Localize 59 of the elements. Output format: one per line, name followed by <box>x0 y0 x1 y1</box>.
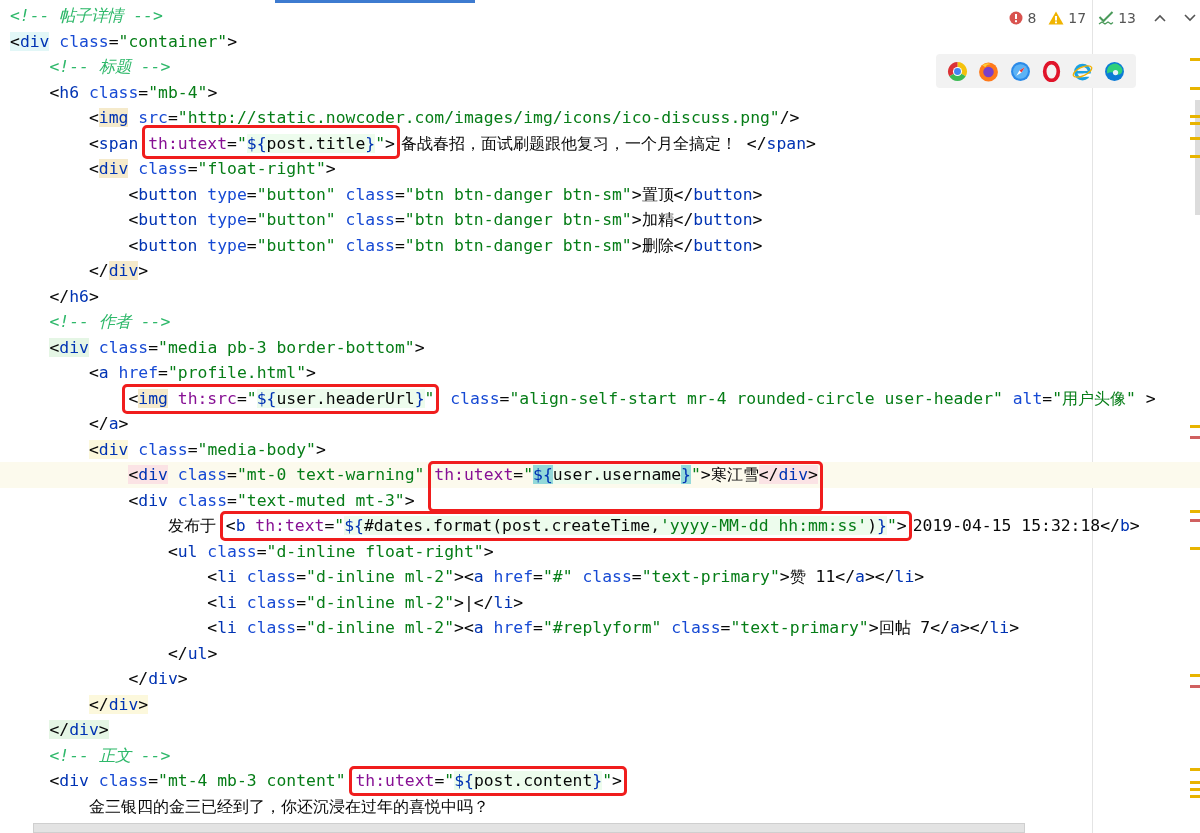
code-line: <!-- 帖子详情 --> <box>10 6 163 25</box>
code-line: <li class="d-inline ml-2"><a href="#replyform" class="text-primary">回帖 7</a></li> <box>207 618 1020 637</box>
stripe-mark[interactable] <box>1190 58 1200 61</box>
code-text: 2019-04-15 15:32:18</b> <box>912 516 1140 535</box>
code-text: <img th:src="${user.headerUrl}" <box>128 388 435 408</box>
code-line: <h6 class="mb-4"> <box>49 82 218 102</box>
check-icon <box>1098 10 1115 26</box>
code-line: <div class="container"> <box>10 31 237 51</box>
scrollbar-thumb[interactable] <box>1195 100 1200 215</box>
code-line: </div> <box>88 694 149 714</box>
stripe-mark[interactable] <box>1190 547 1200 550</box>
code-line: </div> <box>128 669 188 688</box>
code-text: th:utext="${post.title}"> <box>148 133 395 153</box>
code-line: <button type="button" class="btn btn-danger btn-sm">置顶</button> <box>128 184 763 204</box>
code-line: <!-- 标题 --> <box>49 57 171 76</box>
code-text: class="align-self-start mr-4 rounded-circle user-header" alt="用户头像" > <box>449 388 1156 408</box>
error-count[interactable]: 8 <box>1009 10 1037 26</box>
code-line: </div> <box>49 720 109 739</box>
code-line: <div class="media pb-3 border-bottom"> <box>49 337 425 357</box>
code-text: <div class="mt-0 text-warning" <box>128 465 426 484</box>
code-text: 备战春招，面试刷题跟他复习，一个月全搞定！ </span> <box>400 133 816 153</box>
code-line: <li class="d-inline ml-2"><a href="#" class="text-primary">赞 11</a></li> <box>207 567 925 586</box>
code-line: <!-- 正文 --> <box>49 745 171 765</box>
stripe-mark[interactable] <box>1190 155 1200 158</box>
code-line: </a> <box>88 414 129 433</box>
code-line: 金三银四的金三已经到了，你还沉浸在过年的喜悦中吗？ <box>88 796 489 816</box>
code-line: </ul> <box>167 643 218 663</box>
browser-icon[interactable] <box>947 60 969 82</box>
warning-count[interactable]: 17 <box>1048 10 1087 26</box>
stripe-mark[interactable] <box>1190 87 1200 90</box>
code-text: 发布于 <box>167 516 217 535</box>
code-text: <span <box>88 133 140 153</box>
horizontal-scrollbar[interactable] <box>33 823 1025 833</box>
browser-icon[interactable] <box>1009 60 1031 82</box>
code-line: </h6> <box>49 286 99 306</box>
code-line: <!-- 作者 --> <box>49 312 171 331</box>
stripe-mark[interactable] <box>1190 137 1200 140</box>
code-line: </div> <box>88 261 149 280</box>
code-line: <div class="text-muted mt-3"> <box>128 490 415 510</box>
warning-icon <box>1048 11 1065 25</box>
code-line: <button type="button" class="btn btn-danger btn-sm">加精</button> <box>128 210 763 229</box>
browser-icon[interactable] <box>978 60 1000 82</box>
browser-icon[interactable] <box>1103 60 1125 82</box>
code-line: <div class="float-right"> <box>88 159 336 178</box>
code-line: <ul class="d-inline float-right"> <box>167 541 494 561</box>
error-icon <box>1009 11 1024 25</box>
code-text: <b th:text="${#dates.format(post.createTime,'yyyy-MM-dd hh:mm:ss')}"> <box>225 516 907 535</box>
code-line: <img src="http://static.nowcoder.com/images/img/icons/ico-discuss.png"/> <box>88 108 800 127</box>
code-text: th:utext="${post.content}"> <box>355 771 622 790</box>
chevron-up-icon[interactable] <box>1154 14 1166 22</box>
code-text: <div class="mt-4 mb-3 content" <box>49 771 347 790</box>
code-line: <li class="d-inline ml-2">|</li> <box>207 592 524 612</box>
chevron-down-icon[interactable] <box>1184 14 1196 22</box>
code-text: th:utext="${user.username}">寒江雪</div> <box>434 465 818 484</box>
browser-icon[interactable] <box>1041 60 1063 82</box>
code-line: <a href="profile.html"> <box>88 363 316 382</box>
code-line: <button type="button" class="btn btn-danger btn-sm">删除</button> <box>128 235 763 255</box>
code-line: <div class="media-body"> <box>88 439 326 459</box>
weak-warning-count[interactable]: 13 <box>1098 10 1136 26</box>
